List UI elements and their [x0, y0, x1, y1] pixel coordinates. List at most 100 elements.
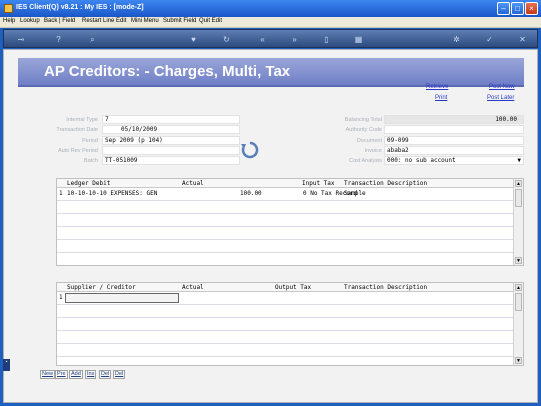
ledger-grid-header: Ledger Debit Actual Input Tax Transactio…	[57, 179, 523, 188]
ins-button[interactable]: Ins	[85, 370, 97, 379]
menu-lookup[interactable]: Lookup	[20, 18, 40, 24]
menu-quit-edit[interactable]: Quit Edit	[199, 18, 222, 24]
table-row[interactable]	[57, 305, 523, 318]
menu-restart-line-edit[interactable]: Restart Line Edit	[82, 18, 126, 24]
column-header-transaction-description: Transaction Description	[344, 284, 428, 291]
new-button[interactable]: New	[40, 370, 56, 379]
menu-mini-menu[interactable]: Mini Menu	[131, 18, 159, 24]
internal-type-label: Internal Type	[66, 117, 98, 123]
menu-back-field[interactable]: Back | Field	[44, 18, 75, 24]
scroll-down-icon[interactable]: ▼	[515, 257, 522, 264]
document-field[interactable]: 09-099	[384, 136, 524, 145]
column-header-input-tax: Input Tax	[302, 180, 335, 187]
scroll-down-icon[interactable]: ▼	[515, 357, 522, 364]
table-row[interactable]: 1	[57, 292, 523, 305]
print-link[interactable]: Print	[435, 95, 447, 101]
check-icon[interactable]: ✓	[485, 35, 494, 44]
column-header-ledger-debit: Ledger Debit	[67, 180, 111, 187]
menu-help[interactable]: Help	[3, 18, 15, 24]
scroll-thumb[interactable]	[515, 189, 522, 207]
application-window: IES Client(Q) v8.21 : My IES : [mode-Z] …	[0, 0, 541, 406]
row-number: 1	[59, 294, 63, 301]
table-row[interactable]	[57, 253, 523, 266]
balancing-total-label: Balancing Total	[344, 117, 382, 123]
period-label: Period	[82, 138, 98, 144]
actual-cell[interactable]: 100.00	[240, 190, 262, 197]
balancing-total-field: 100.00	[384, 115, 524, 124]
column-header-actual: Actual	[182, 180, 204, 187]
refresh-icon[interactable]: ↻	[222, 35, 231, 44]
post-now-link[interactable]: Post Now	[489, 84, 515, 90]
authority-code-label: Authority Code	[345, 127, 382, 133]
calendar-icon[interactable]: ▦	[354, 35, 363, 44]
transaction-date-label: Transaction Date	[56, 127, 98, 133]
table-row[interactable]	[57, 240, 523, 253]
menu-submit-field[interactable]: Submit Field	[163, 18, 196, 24]
auto-rev-period-field[interactable]	[102, 146, 240, 155]
authority-code-field[interactable]	[384, 125, 524, 134]
page-title: AP Creditors: - Charges, Multi, Tax	[44, 63, 291, 80]
post-later-link[interactable]: Post Later	[487, 95, 514, 101]
scroll-up-icon[interactable]: ▲	[515, 284, 522, 291]
batch-label: Batch	[83, 158, 98, 164]
key-icon[interactable]: ⊸	[12, 35, 30, 44]
search-icon[interactable]: ⌕	[88, 35, 97, 44]
chevron-down-icon: ▼	[517, 157, 521, 164]
supplier-grid-header: Supplier / Creditor Actual Output Tax Tr…	[57, 283, 523, 292]
heart-icon[interactable]: ♥	[189, 35, 198, 44]
main-panel: AP Creditors: - Charges, Multi, Tax Retr…	[3, 49, 538, 403]
supplier-creditor-grid: Supplier / Creditor Actual Output Tax Tr…	[56, 282, 524, 366]
table-row[interactable]	[57, 344, 523, 357]
pre-button[interactable]: Pre	[55, 370, 68, 379]
scroll-thumb[interactable]	[515, 293, 522, 311]
retrieve-link[interactable]: Retrieve	[426, 84, 448, 90]
refresh-icon[interactable]	[240, 140, 260, 160]
document-icon[interactable]: ▯	[322, 35, 331, 44]
close-button[interactable]: ×	[525, 2, 538, 15]
row-number: 1	[59, 190, 63, 197]
add-button[interactable]: Add	[69, 370, 83, 379]
toolbar: ⊸ ? ⌕ ♥ ↻ « » ▯ ▦ ✲ ✓ ✕	[3, 29, 538, 48]
scroll-up-icon[interactable]: ▲	[515, 180, 522, 187]
column-header-supplier-creditor: Supplier / Creditor	[67, 284, 136, 291]
period-field[interactable]: Sep 2009 (p 104)	[102, 136, 240, 145]
table-row[interactable]	[57, 331, 523, 344]
table-row[interactable]: 1 10-10-10-10 EXPENSES: GEN 100.00 0 No …	[57, 188, 523, 201]
column-header-output-tax: Output Tax	[275, 284, 312, 291]
description-cell[interactable]: Sample	[344, 190, 366, 197]
document-label: Document	[356, 138, 382, 144]
table-row[interactable]	[57, 318, 523, 331]
app-icon	[4, 4, 13, 13]
side-tab[interactable]: ▪	[3, 359, 10, 371]
cost-analysis-label: Cost Analysis	[348, 158, 382, 164]
forward-icon[interactable]: »	[290, 35, 299, 44]
column-header-actual: Actual	[182, 284, 204, 291]
supplier-grid-scrollbar[interactable]: ▲ ▼	[513, 283, 523, 365]
internal-type-field[interactable]: 7	[102, 115, 240, 124]
cost-analysis-select[interactable]: 000: no sub account ▼	[384, 156, 524, 165]
cost-analysis-value: 000: no sub account	[387, 157, 456, 164]
supplier-cell-active[interactable]	[65, 293, 179, 303]
del-button[interactable]: Del	[99, 370, 112, 379]
rewind-icon[interactable]: «	[258, 35, 267, 44]
page-header: AP Creditors: - Charges, Multi, Tax	[18, 58, 524, 87]
auto-rev-period-label: Auto Rev Period	[57, 148, 98, 154]
ledger-grid-scrollbar[interactable]: ▲ ▼	[513, 179, 523, 265]
transaction-date-field[interactable]: 05/10/2009	[102, 125, 240, 134]
ledger-debit-grid: Ledger Debit Actual Input Tax Transactio…	[56, 178, 524, 266]
close-icon[interactable]: ✕	[518, 35, 527, 44]
minimize-button[interactable]: –	[497, 2, 510, 15]
settings-icon[interactable]: ✲	[452, 35, 461, 44]
window-title: IES Client(Q) v8.21 : My IES : [mode-Z]	[16, 4, 144, 11]
table-row[interactable]	[57, 201, 523, 214]
ledger-cell[interactable]: 10-10-10-10 EXPENSES: GEN	[67, 190, 157, 197]
help-icon[interactable]: ?	[54, 35, 63, 44]
del-line-button[interactable]: Del	[113, 370, 126, 379]
invoice-field[interactable]: ababa2	[384, 146, 524, 155]
table-row[interactable]	[57, 227, 523, 240]
batch-field[interactable]: TT-051009	[102, 156, 240, 165]
table-row[interactable]	[57, 214, 523, 227]
menu-bar: Help Lookup Back | Field Restart Line Ed…	[0, 17, 541, 28]
maximize-button[interactable]: □	[511, 2, 524, 15]
invoice-label: Invoice	[364, 148, 382, 154]
